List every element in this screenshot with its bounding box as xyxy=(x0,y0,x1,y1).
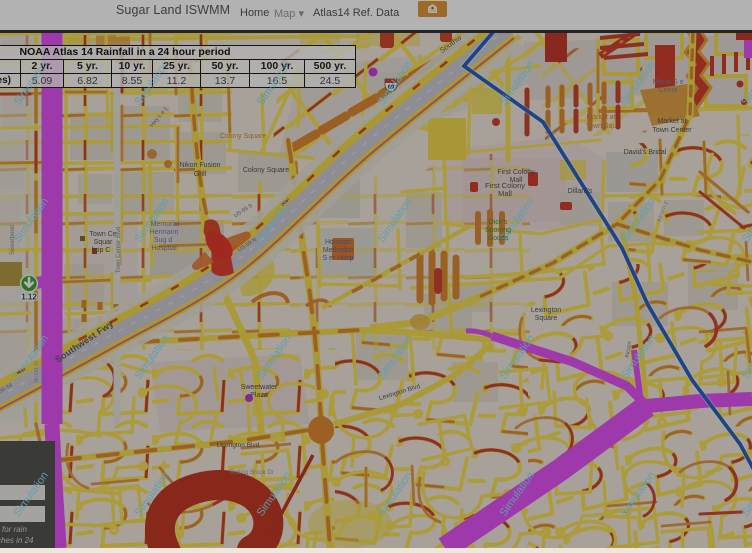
svg-text:Cente: Cente xyxy=(659,87,678,94)
svg-text:hop C: hop C xyxy=(92,247,111,254)
svg-text:Houston: Houston xyxy=(325,239,351,246)
svg-text:Dillard's: Dillard's xyxy=(568,188,593,195)
svg-text:Sporting: Sporting xyxy=(485,227,511,234)
svg-text:Colony Square: Colony Square xyxy=(243,167,289,174)
svg-text:S er Hosp: S er Hosp xyxy=(322,255,353,262)
svg-text:Hospital: Hospital xyxy=(151,245,177,252)
svg-text:for rain: for rain xyxy=(2,525,27,534)
svg-text:Town Squ: Town Squ xyxy=(586,123,617,130)
svg-text:ches in 24: ches in 24 xyxy=(0,536,34,545)
svg-text:Hermann: Hermann xyxy=(150,229,179,236)
svg-text:1.12: 1.12 xyxy=(21,293,37,302)
svg-text:Mall: Mall xyxy=(498,189,512,198)
svg-text:Grill: Grill xyxy=(194,171,207,178)
svg-text:Town Center Blvd: Town Center Blvd xyxy=(116,226,122,273)
svg-text:Lexington: Lexington xyxy=(531,307,561,314)
svg-text:Squar: Squar xyxy=(94,239,113,246)
svg-text:Square: Square xyxy=(535,315,558,322)
svg-text:Rolling Brook Dr: Rolling Brook Dr xyxy=(230,470,274,476)
svg-text:Mircol S e: Mircol S e xyxy=(652,79,683,86)
svg-text:Sweetbend: Sweetbend xyxy=(10,225,16,255)
svg-text:Goods: Goods xyxy=(488,235,509,242)
svg-text:Wood st: Wood st xyxy=(34,361,40,383)
svg-text:Nikon Fusion: Nikon Fusion xyxy=(180,162,221,169)
svg-text:Memorial: Memorial xyxy=(151,221,180,228)
svg-text:Colony Square: Colony Square xyxy=(220,133,266,140)
svg-text:Lexington Blvd: Lexington Blvd xyxy=(217,442,260,449)
svg-text:Town Ce: Town Ce xyxy=(89,231,116,238)
svg-text:Sug d: Sug d xyxy=(154,237,172,244)
svg-text:First Colony: First Colony xyxy=(497,169,535,176)
svg-text:Dick's: Dick's xyxy=(489,219,508,226)
svg-text:Methodist: Methodist xyxy=(323,247,353,254)
svg-text:Market at: Market at xyxy=(657,118,686,125)
svg-text:Market at: Market at xyxy=(586,114,615,121)
svg-text:Sweetwater: Sweetwater xyxy=(241,384,278,391)
svg-text:Town Center: Town Center xyxy=(652,127,692,134)
svg-text:David's Bridal: David's Bridal xyxy=(624,149,667,156)
